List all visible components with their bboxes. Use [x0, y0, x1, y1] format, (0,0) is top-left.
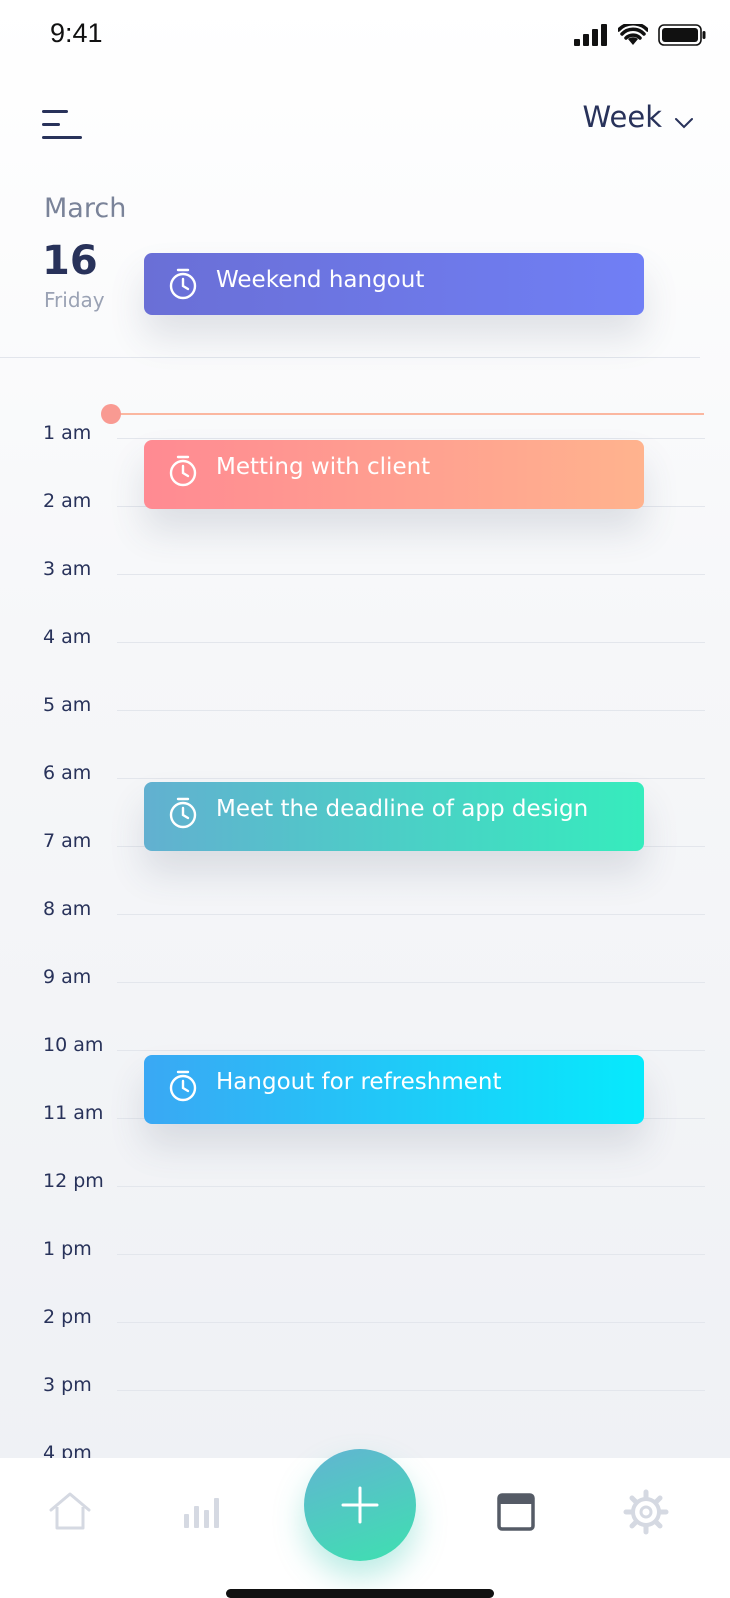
hour-gridline — [117, 574, 705, 575]
event-card-hangout-for-refreshment[interactable]: Hangout for refreshment — [144, 1055, 644, 1124]
hour-gridline — [117, 1050, 705, 1051]
hour-gridline — [117, 914, 705, 915]
hour-label: 3 pm — [43, 1374, 92, 1396]
hour-label: 2 am — [43, 490, 92, 512]
event-card-meeting-with-client[interactable]: Metting with client — [144, 440, 644, 509]
hour-label: 4 am — [43, 626, 92, 648]
hour-label: 3 am — [43, 558, 92, 580]
hour-label: 9 am — [43, 966, 92, 988]
home-icon[interactable] — [46, 1488, 94, 1536]
event-card-weekend-hangout[interactable]: Weekend hangout — [144, 253, 644, 315]
hour-label: 6 am — [43, 762, 92, 784]
hour-gridline — [117, 982, 705, 983]
hour-label: 11 am — [43, 1102, 104, 1124]
menu-icon-bar — [42, 123, 60, 126]
view-mode-dropdown[interactable]: Week — [583, 100, 694, 134]
add-icon — [341, 1486, 379, 1524]
chevron-down-icon — [675, 118, 693, 129]
hour-gridline — [117, 1322, 705, 1323]
hour-label: 7 am — [43, 830, 92, 852]
wifi-icon — [618, 24, 648, 45]
date-day: 16 — [42, 238, 98, 284]
calendar-icon[interactable] — [492, 1488, 540, 1536]
hour-label: 5 am — [43, 694, 92, 716]
bar-chart-icon[interactable] — [178, 1488, 226, 1536]
battery-icon — [658, 24, 706, 46]
hour-gridline — [117, 642, 705, 643]
stopwatch-icon — [169, 268, 197, 300]
event-title: Weekend hangout — [216, 267, 425, 293]
settings-icon[interactable] — [622, 1488, 670, 1536]
hour-gridline — [117, 1186, 705, 1187]
hour-gridline — [117, 710, 705, 711]
hour-label: 12 pm — [43, 1170, 104, 1192]
home-indicator — [226, 1589, 494, 1598]
view-mode-label: Week — [582, 100, 662, 134]
hour-gridline — [117, 778, 705, 779]
event-title: Meet the deadline of app design — [216, 796, 589, 822]
add-event-button[interactable] — [304, 1449, 416, 1561]
status-icons — [574, 24, 706, 46]
hour-gridline — [117, 1390, 705, 1391]
menu-icon-bar — [42, 110, 68, 113]
stopwatch-icon — [169, 1070, 197, 1102]
hour-label: 8 am — [43, 898, 92, 920]
current-time-dot — [101, 404, 121, 424]
header-divider — [0, 357, 700, 358]
hour-label: 2 pm — [43, 1306, 92, 1328]
status-bar: 9:41 — [0, 0, 730, 70]
event-title: Hangout for refreshment — [216, 1069, 502, 1095]
hour-label: 10 am — [43, 1034, 104, 1056]
current-time-line — [112, 413, 704, 415]
hour-label: 1 pm — [43, 1238, 92, 1260]
status-time: 9:41 — [50, 18, 103, 48]
event-title: Metting with client — [216, 454, 431, 480]
hour-label: 1 am — [43, 422, 92, 444]
stopwatch-icon — [169, 797, 197, 829]
cellular-signal-icon — [574, 24, 607, 46]
hour-gridline — [117, 1254, 705, 1255]
hour-gridline — [117, 438, 705, 439]
date-weekday: Friday — [44, 288, 105, 312]
event-card-app-design-deadline[interactable]: Meet the deadline of app design — [144, 782, 644, 851]
menu-icon-bar — [42, 136, 82, 139]
stopwatch-icon — [169, 455, 197, 487]
date-month: March — [44, 193, 127, 224]
menu-button[interactable] — [42, 108, 86, 142]
